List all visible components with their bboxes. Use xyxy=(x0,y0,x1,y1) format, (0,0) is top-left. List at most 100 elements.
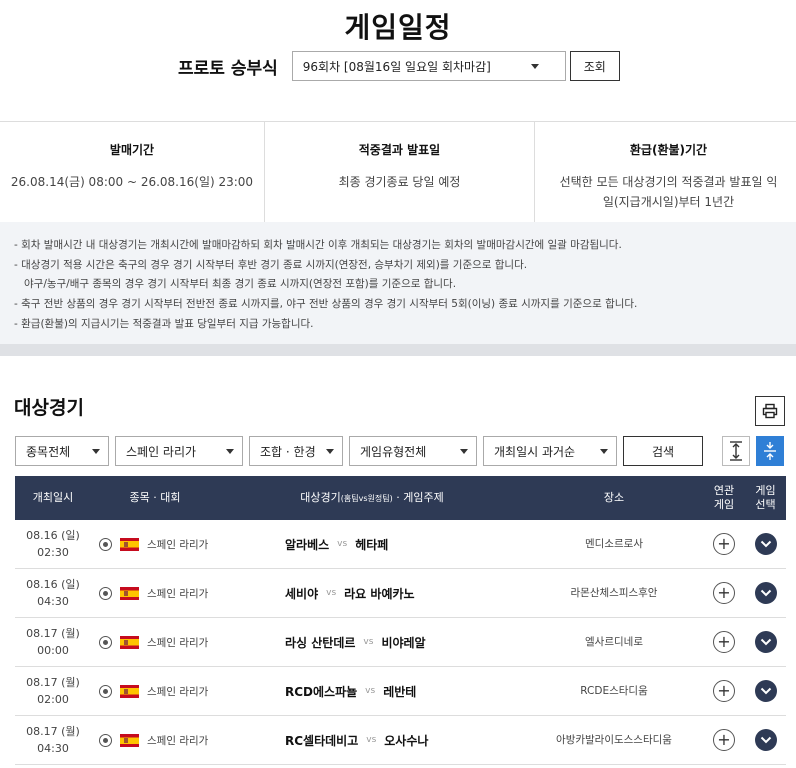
spain-flag-icon xyxy=(120,733,139,747)
related-cell: + xyxy=(703,533,745,555)
home-team: 라싱 산탄데르 xyxy=(285,635,356,650)
table-row[interactable]: 08.17 (월) 00:00 스페인 라리가 라싱 산탄데르 vs 비야레알 … xyxy=(15,618,786,667)
game-date: 08.17 (월) xyxy=(26,627,80,640)
league-name: 스페인 라리가 xyxy=(147,538,209,551)
game-type-filter-value: 게임유형전체 xyxy=(360,444,427,459)
period-info: 발매기간 26.08.14(금) 08:00 ~ 26.08.16(일) 23:… xyxy=(0,121,796,222)
league-name: 스페인 라리가 xyxy=(147,685,209,698)
venue: 멘디소르로사 xyxy=(585,538,643,550)
soccer-ball-icon xyxy=(99,684,112,698)
sort-filter[interactable]: 개최일시 과거순 xyxy=(483,436,617,466)
home-team: RC셀타데비고 xyxy=(285,733,359,748)
combo-filter[interactable]: 조합 · 한경 xyxy=(249,436,343,466)
sport-filter[interactable]: 종목전체 xyxy=(15,436,109,466)
result-date: 적중결과 발표일 최종 경기종료 당일 예정 xyxy=(265,122,535,222)
plus-icon: + xyxy=(717,632,731,651)
result-date-text: 최종 경기종료 당일 예정 xyxy=(338,175,461,189)
spain-flag-icon xyxy=(120,684,139,698)
round-select[interactable]: 96회차 [08월16일 일요일 회차마감] xyxy=(291,51,566,81)
game-date: 08.16 (일) xyxy=(26,529,80,542)
vs-label: vs xyxy=(326,588,337,598)
select-cell xyxy=(745,631,786,653)
col-match-sub: (홈팀vs원정팀) xyxy=(340,493,393,503)
chevron-down-icon xyxy=(460,448,468,454)
col-related: 연관 게임 xyxy=(713,484,735,511)
chevron-down-icon xyxy=(760,687,771,695)
expand-icon xyxy=(730,441,742,461)
game-date: 08.17 (월) xyxy=(26,725,80,738)
games-table: 개최일시 종목 · 대회 대상경기(홈팀vs원정팀) · 게임주제 장소 연관 … xyxy=(15,476,786,765)
round-selector-row: 프로토 승부식 96회차 [08월16일 일요일 회차마감] 조회 xyxy=(178,51,620,81)
table-row[interactable]: 08.16 (일) 04:30 스페인 라리가 세비야 vs 라요 바예카노 라… xyxy=(15,569,786,618)
chevron-down-icon xyxy=(760,589,771,597)
related-cell: + xyxy=(703,680,745,702)
notice-box: - 회차 발매시간 내 대상경기는 개최시간에 발매마감하되 회차 발매시간 이… xyxy=(0,222,796,344)
related-games-button[interactable]: + xyxy=(713,582,735,604)
away-team: 헤타페 xyxy=(355,537,389,552)
chevron-down-icon xyxy=(530,63,539,69)
soccer-ball-icon xyxy=(99,586,112,600)
venue: 엘사르디네로 xyxy=(585,636,643,648)
col-match-label: 대상경기 xyxy=(300,490,341,504)
match-cell: RC셀타데비고 vs 오사수나 xyxy=(219,732,525,749)
related-games-button[interactable]: + xyxy=(713,729,735,751)
related-games-button[interactable]: + xyxy=(713,533,735,555)
col-date: 개최일시 xyxy=(32,491,74,504)
game-type-filter[interactable]: 게임유형전체 xyxy=(349,436,477,466)
select-game-button[interactable] xyxy=(754,631,777,653)
sales-period: 발매기간 26.08.14(금) 08:00 ~ 26.08.16(일) 23:… xyxy=(0,122,265,222)
page-title: 게임일정 xyxy=(344,11,452,44)
related-games-button[interactable]: + xyxy=(713,680,735,702)
away-team: 오사수나 xyxy=(384,733,429,748)
col-venue: 장소 xyxy=(603,491,625,504)
sales-period-title: 발매기간 xyxy=(109,143,155,157)
spain-flag-icon xyxy=(120,586,139,600)
venue: 아방카발라이도스스타디움 xyxy=(556,734,672,746)
expand-view-button[interactable] xyxy=(722,436,750,466)
section-divider xyxy=(0,344,796,356)
sales-period-text: 26.08.14(금) 08:00 ~ 26.08.16(일) 23:00 xyxy=(10,175,254,189)
select-game-button[interactable] xyxy=(754,729,777,751)
league-filter-value: 스페인 라리가 xyxy=(126,444,197,459)
round-search-button[interactable]: 조회 xyxy=(569,51,620,81)
notice-line: - 대상경기 적용 시간은 축구의 경우 경기 시작부터 후반 경기 종료 시까… xyxy=(14,259,528,271)
soccer-ball-icon xyxy=(99,733,112,747)
games-section-title: 대상경기 xyxy=(14,397,84,419)
plus-icon: + xyxy=(717,730,731,749)
related-cell: + xyxy=(703,631,745,653)
chevron-down-icon xyxy=(92,448,100,454)
game-date: 08.17 (월) xyxy=(26,676,80,689)
vs-label: vs xyxy=(337,539,348,549)
select-game-button[interactable] xyxy=(754,680,777,702)
table-row[interactable]: 08.17 (월) 02:00 스페인 라리가 RCD에스파뇰 vs 레반테 R… xyxy=(15,667,786,716)
away-team: 레반테 xyxy=(383,684,417,699)
print-button[interactable] xyxy=(755,396,785,426)
league-name: 스페인 라리가 xyxy=(147,587,209,600)
refund-period: 환급(환불)기간 선택한 모든 대상경기의 적중결과 발표일 익일(지급개시일)… xyxy=(535,122,796,222)
chevron-down-icon xyxy=(226,448,234,454)
spain-flag-icon xyxy=(120,537,139,551)
league-cell: 스페인 라리가 xyxy=(91,586,219,601)
collapse-icon xyxy=(764,442,776,460)
refund-period-title: 환급(환불)기간 xyxy=(629,143,708,157)
plus-icon: + xyxy=(717,534,731,553)
notice-line: - 회차 발매시간 내 대상경기는 개최시간에 발매마감하되 회차 발매시간 이… xyxy=(14,239,622,251)
related-games-button[interactable]: + xyxy=(713,631,735,653)
league-name: 스페인 라리가 xyxy=(147,636,209,649)
notice-line: - 축구 전반 상품의 경우 경기 시작부터 전반전 종료 시까지를, 야구 전… xyxy=(14,298,638,310)
vs-label: vs xyxy=(366,735,377,745)
league-filter[interactable]: 스페인 라리가 xyxy=(115,436,243,466)
game-date: 08.16 (일) xyxy=(26,578,80,591)
soccer-ball-icon xyxy=(99,537,112,551)
table-row[interactable]: 08.16 (일) 02:30 스페인 라리가 알라베스 vs 헤타페 멘디소르… xyxy=(15,520,786,569)
table-row[interactable]: 08.17 (월) 04:30 스페인 라리가 RC셀타데비고 vs 오사수나 … xyxy=(15,716,786,765)
game-time: 04:30 xyxy=(37,742,69,755)
filter-search-button[interactable]: 검색 xyxy=(623,436,703,466)
vs-label: vs xyxy=(365,686,376,696)
collapse-view-button[interactable] xyxy=(756,436,784,466)
select-game-button[interactable] xyxy=(754,533,777,555)
game-time: 02:00 xyxy=(37,693,69,706)
sport-filter-value: 종목전체 xyxy=(26,444,71,459)
select-game-button[interactable] xyxy=(754,582,777,604)
home-team: 알라베스 xyxy=(285,537,330,552)
